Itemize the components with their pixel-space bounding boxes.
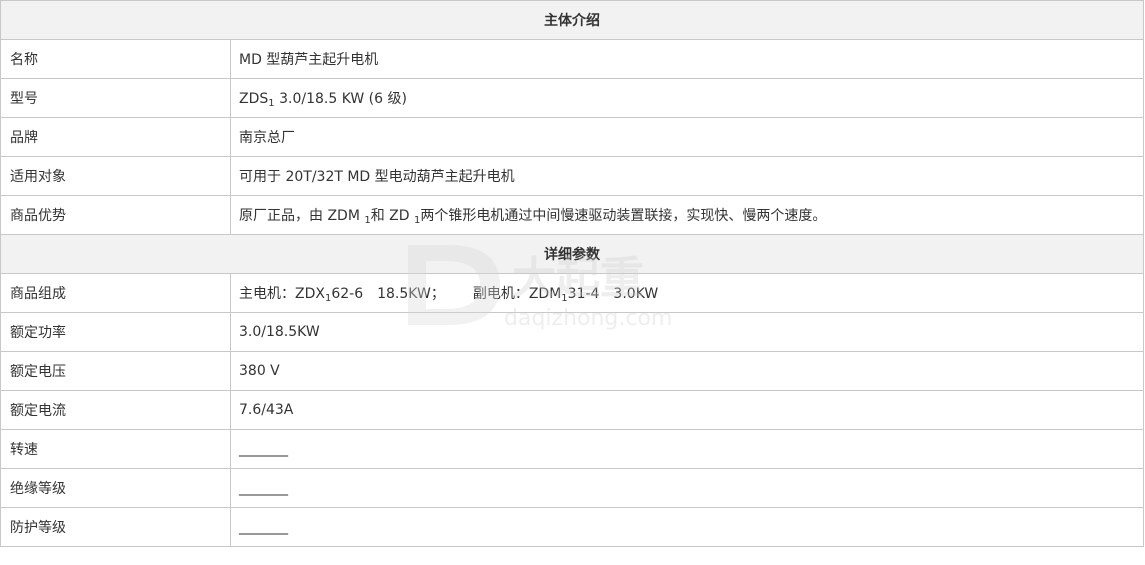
row-value: 7.6/43A	[230, 390, 1144, 430]
row-label: 防护等级	[0, 507, 231, 547]
main-motor-prefix: 主电机：ZDX	[239, 286, 325, 302]
row-label: 适用对象	[0, 156, 231, 196]
model-prefix: ZDS	[239, 91, 269, 107]
advantage-text-a: 原厂正品，由 ZDM	[239, 208, 365, 224]
table-row: 型号 ZDS1 3.0/18.5 KW (6 级)	[0, 78, 1144, 118]
table-row: 商品优势 原厂正品，由 ZDM 1和 ZD 1两个锥形电机通过中间慢速驱动装置联…	[0, 195, 1144, 235]
row-label: 额定电压	[0, 351, 231, 391]
row-label: 品牌	[0, 117, 231, 157]
row-value: 主电机：ZDX162-6 18.5KW； 副电机：ZDM131-4 3.0KW	[230, 273, 1144, 313]
row-label: 名称	[0, 39, 231, 79]
row-label: 绝缘等级	[0, 468, 231, 508]
row-label: 转速	[0, 429, 231, 469]
row-label: 商品优势	[0, 195, 231, 235]
row-label: 型号	[0, 78, 231, 118]
model-suffix: 3.0/18.5 KW (6 级)	[274, 91, 407, 107]
table-row: 额定电流 7.6/43A	[0, 390, 1144, 430]
table-row: 商品组成 主电机：ZDX162-6 18.5KW； 副电机：ZDM131-4 3.…	[0, 273, 1144, 313]
table-row: 品牌 南京总厂	[0, 117, 1144, 157]
row-label: 商品组成	[0, 273, 231, 313]
row-value: MD 型葫芦主起升电机	[230, 39, 1144, 79]
main-motor-subscript: 1	[324, 293, 332, 304]
section-title: 主体介绍	[0, 0, 1144, 40]
aux-motor-prefix: 副电机：ZDM	[472, 286, 562, 302]
row-value: 3.0/18.5KW	[230, 312, 1144, 352]
row-value: _______	[230, 429, 1144, 469]
advantage-text-b: 和 ZD	[370, 208, 415, 224]
row-label: 额定功率	[0, 312, 231, 352]
row-value: 380 V	[230, 351, 1144, 391]
advantage-subscript-1: 1	[364, 215, 371, 226]
table-row: 防护等级 _______	[0, 507, 1144, 547]
table-row: 额定功率 3.0/18.5KW	[0, 312, 1144, 352]
model-subscript: 1	[268, 98, 275, 109]
row-value: ZDS1 3.0/18.5 KW (6 级)	[230, 78, 1144, 118]
row-value: _______	[230, 468, 1144, 508]
main-motor-suffix: 62-6 18.5KW；	[331, 286, 445, 302]
table-row: 额定电压 380 V	[0, 351, 1144, 391]
row-value: 可用于 20T/32T MD 型电动葫芦主起升电机	[230, 156, 1144, 196]
advantage-subscript-2: 1	[414, 215, 421, 226]
advantage-text-c: 两个锥形电机通过中间慢速驱动装置联接，实现快、慢两个速度。	[420, 208, 827, 224]
table-row: 绝缘等级 _______	[0, 468, 1144, 508]
aux-motor-subscript: 1	[561, 293, 568, 304]
aux-motor-suffix: 31-4 3.0KW	[567, 286, 659, 302]
row-value: 原厂正品，由 ZDM 1和 ZD 1两个锥形电机通过中间慢速驱动装置联接，实现快…	[230, 195, 1144, 235]
section-title: 详细参数	[0, 234, 1144, 274]
row-value: _______	[230, 507, 1144, 547]
row-value: 南京总厂	[230, 117, 1144, 157]
table-row: 适用对象 可用于 20T/32T MD 型电动葫芦主起升电机	[0, 156, 1144, 196]
product-spec-table: 主体介绍 名称 MD 型葫芦主起升电机 型号 ZDS1 3.0/18.5 KW …	[0, 0, 1144, 547]
section-header-intro: 主体介绍	[0, 0, 1144, 40]
section-header-params: 详细参数	[0, 234, 1144, 274]
table-row: 转速 _______	[0, 429, 1144, 469]
row-label: 额定电流	[0, 390, 231, 430]
table-row: 名称 MD 型葫芦主起升电机	[0, 39, 1144, 79]
